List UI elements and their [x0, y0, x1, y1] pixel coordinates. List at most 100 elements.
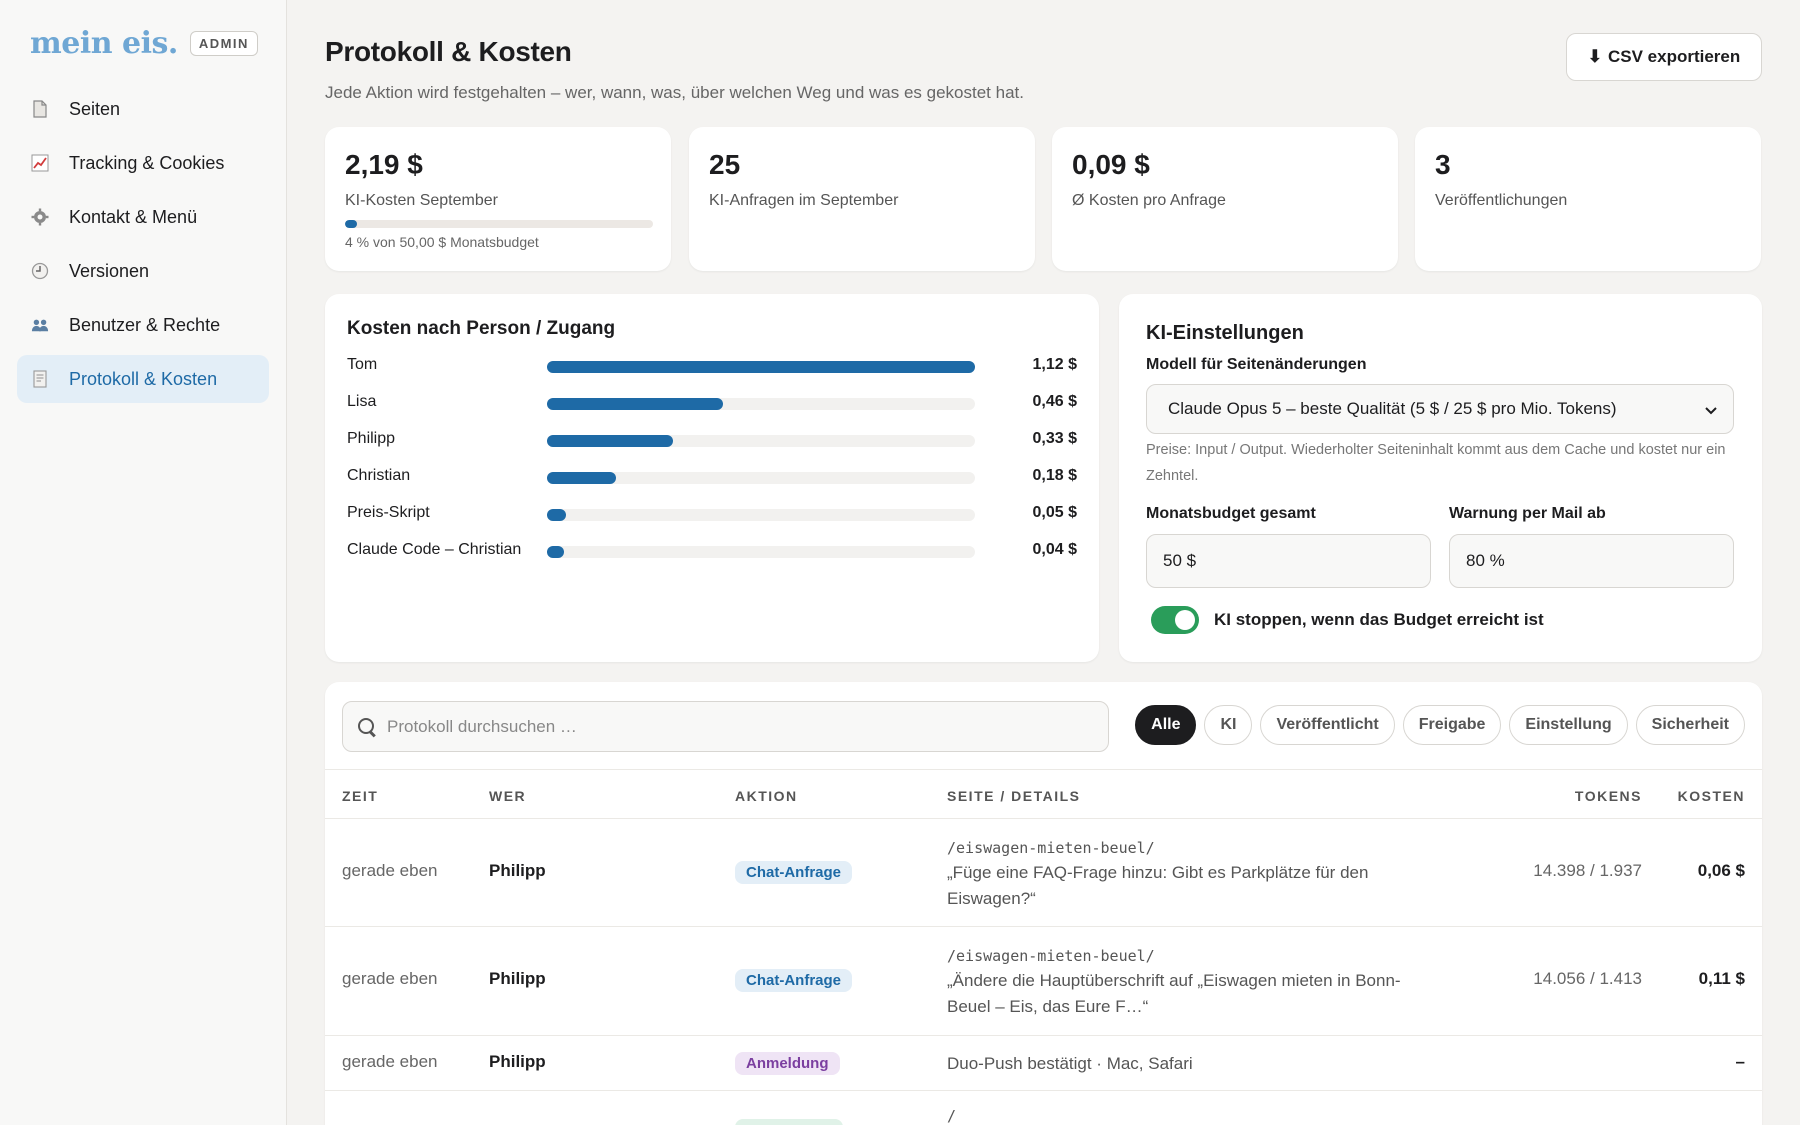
sidebar-item-seiten[interactable]: Seiten [17, 85, 269, 133]
cost-bar [547, 509, 567, 521]
cost-person-name: Lisa [347, 393, 377, 410]
row-time: gerade eben [342, 969, 438, 988]
chart-icon [31, 154, 49, 172]
row-path[interactable]: /eiswagen-mieten-beuel/ [947, 839, 1155, 857]
admin-badge: ADMIN [189, 31, 258, 56]
toggle-knob [1175, 610, 1195, 630]
cost-row: Claude Code – Christian 0,04 $ [347, 539, 1077, 563]
row-who: Philipp [489, 1052, 546, 1071]
row-tokens: 14.398 / 1.937 [1533, 861, 1642, 880]
table-row[interactable]: gerade eben Philipp Anmeldung Duo-Push b… [325, 1036, 1762, 1091]
row-who: Philipp [489, 861, 546, 880]
ki-settings-card: KI-Einstellungen Modell für Seitenänderu… [1119, 294, 1762, 662]
warn-threshold-value: 80 % [1466, 551, 1505, 570]
table-row[interactable]: gerade eben Philipp Chat-Anfrage /eiswag… [325, 819, 1762, 927]
cost-bar-track [547, 435, 975, 447]
sidebar-item-kontakt[interactable]: Kontakt & Menü [17, 193, 269, 241]
filter-chip-ki[interactable]: KI [1204, 705, 1253, 745]
warn-threshold-input[interactable]: 80 % [1449, 534, 1734, 588]
column-header-tokens[interactable]: TOKENS [1575, 788, 1642, 804]
row-cost: – [1735, 1052, 1745, 1071]
logo[interactable]: mein eis. [30, 26, 178, 61]
users-icon [31, 316, 49, 334]
row-detail: „Ändere die Hauptüberschrift auf „Eiswag… [947, 971, 1401, 1016]
budget-stop-toggle[interactable] [1151, 606, 1199, 634]
filter-chip-alle[interactable]: Alle [1135, 705, 1197, 745]
cost-amount: 0,04 $ [1032, 541, 1077, 558]
search-icon [357, 717, 377, 737]
sidebar-item-label: Versionen [69, 260, 150, 281]
costs-by-person-card: Kosten nach Person / Zugang Tom 1,12 $ Lis… [325, 294, 1099, 662]
clock-icon [31, 262, 49, 280]
brand: mein eis. ADMIN [30, 26, 258, 61]
monthly-budget-value: 50 $ [1163, 551, 1197, 570]
cost-bar-track [547, 361, 975, 373]
sidebar-item-protokoll[interactable]: Protokoll & Kosten [17, 355, 269, 403]
stat-label: KI-Kosten September [345, 192, 498, 209]
cost-amount: 1,12 $ [1032, 356, 1077, 373]
monthly-budget-input[interactable]: 50 $ [1146, 534, 1431, 588]
sidebar-item-label: Protokoll & Kosten [69, 368, 218, 389]
cost-person-name: Christian [347, 467, 411, 484]
costs-card-title: Kosten nach Person / Zugang [347, 318, 616, 339]
column-header-details[interactable]: SEITE / DETAILS [947, 788, 1080, 804]
receipt-icon [31, 370, 49, 388]
budget-stop-label: KI stoppen, wenn das Budget erreicht ist [1214, 610, 1544, 629]
action-badge: Anmeldung [735, 1052, 840, 1075]
row-path[interactable]: / [947, 1107, 956, 1125]
stat-value: 3 [1435, 149, 1451, 180]
stat-card-veroeffentlichungen: 3 Veröffentlichungen [1415, 127, 1761, 271]
log-search-input[interactable]: Protokoll durchsuchen … [342, 701, 1109, 752]
sidebar-item-benutzer[interactable]: Benutzer & Rechte [17, 301, 269, 349]
page-icon [31, 100, 49, 118]
table-row[interactable]: gerade eben Philipp Chat-Anfrage /eiswag… [325, 927, 1762, 1036]
warn-label: Warnung per Mail ab [1449, 505, 1606, 522]
column-header-wer[interactable]: WER [489, 788, 526, 804]
log-filters: Alle KI Veröffentlicht Freigabe Einstell… [1135, 705, 1745, 745]
cost-amount: 0,46 $ [1032, 393, 1077, 410]
cost-person-name: Philipp [347, 430, 396, 447]
row-tokens: 14.056 / 1.413 [1533, 969, 1642, 988]
row-detail: „Füge eine FAQ-Frage hinzu: Gibt es Park… [947, 863, 1369, 908]
action-badge: Chat-Anfrage [735, 969, 853, 992]
budget-progress-bar [345, 220, 653, 228]
column-header-zeit[interactable]: ZEIT [342, 788, 378, 804]
row-path[interactable]: /eiswagen-mieten-beuel/ [947, 947, 1155, 965]
csv-export-label: CSV exportieren [1607, 47, 1741, 66]
column-header-aktion[interactable]: AKTION [735, 788, 798, 804]
table-row[interactable]: / [325, 1091, 1762, 1125]
csv-export-button[interactable]: ⬇ CSV exportieren [1566, 33, 1762, 81]
filter-chip-freigabe[interactable]: Freigabe [1402, 705, 1502, 745]
ki-settings-title: KI-Einstellungen [1146, 322, 1304, 344]
sidebar-item-tracking[interactable]: Tracking & Cookies [17, 139, 269, 187]
gear-icon [31, 208, 49, 226]
sidebar-item-label: Tracking & Cookies [69, 152, 225, 173]
filter-chip-sicherheit[interactable]: Sicherheit [1635, 705, 1745, 745]
main-content: Protokoll & Kosten Jede Aktion wird fest… [287, 0, 1800, 1125]
cost-amount: 0,05 $ [1032, 504, 1077, 521]
sidebar-item-versionen[interactable]: Versionen [17, 247, 269, 295]
filter-chip-einstellung[interactable]: Einstellung [1509, 705, 1628, 745]
pricing-hint: Preise: Input / Output. Wiederholter Sei… [1146, 442, 1726, 484]
cost-amount: 0,33 $ [1032, 430, 1077, 447]
page-title: Protokoll & Kosten [325, 36, 572, 67]
row-time: gerade eben [342, 861, 438, 880]
cost-person-name: Tom [347, 356, 378, 373]
cost-bar [547, 472, 616, 484]
stat-card-ki-kosten: 2,19 $ KI-Kosten September 4 % von 50,00… [325, 127, 671, 271]
log-table-header: ZEIT WER AKTION SEITE / DETAILS TOKENS K… [325, 769, 1762, 819]
cost-bar-track [547, 398, 975, 410]
stat-card-kosten-pro-anfrage: 0,09 $ Ø Kosten pro Anfrage [1052, 127, 1398, 271]
filter-chip-veroeffentlicht[interactable]: Veröffentlicht [1260, 705, 1395, 745]
cost-row: Philipp 0,33 $ [347, 428, 1077, 452]
row-detail: Duo-Push bestätigt · Mac, Safari [947, 1054, 1193, 1073]
sidebar-item-label: Seiten [69, 98, 121, 119]
cost-bar-track [547, 546, 975, 558]
model-select[interactable]: Claude Opus 5 – beste Qualität (5 $ / 25… [1146, 384, 1734, 434]
column-header-kosten[interactable]: KOSTEN [1678, 788, 1745, 804]
stat-value: 2,19 $ [345, 149, 423, 180]
row-cost: 0,11 $ [1698, 969, 1745, 988]
sidebar-item-label: Benutzer & Rechte [69, 314, 221, 335]
cost-row: Preis-Skript 0,05 $ [347, 502, 1077, 526]
budget-label: Monatsbudget gesamt [1146, 505, 1316, 522]
